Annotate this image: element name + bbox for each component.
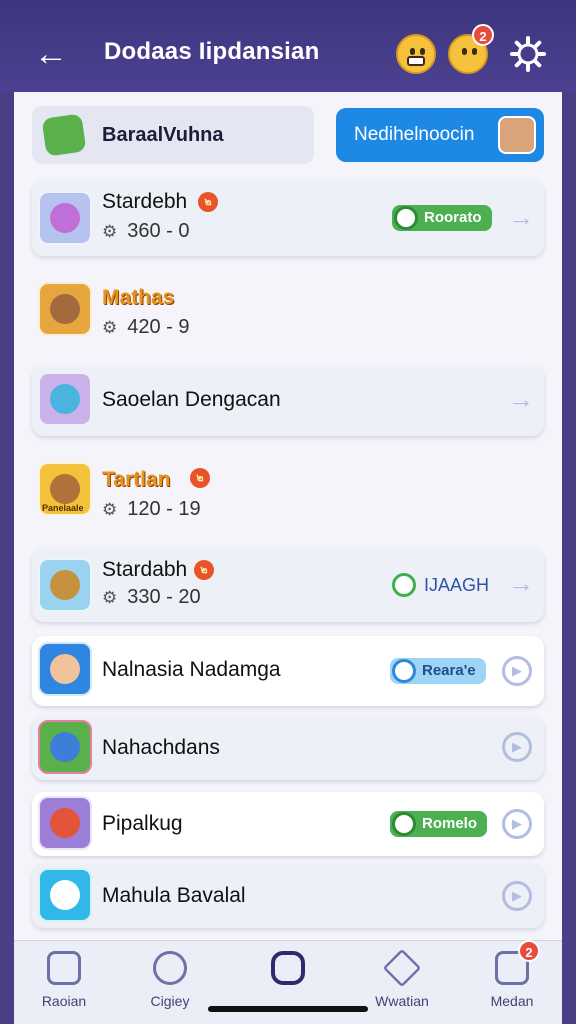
- cat-game-icon: [38, 191, 92, 245]
- tab-label: Cigiey: [150, 993, 190, 1009]
- list-item[interactable]: Stardabh ๒ ⚙ 330 - 20 IJAAGH →: [32, 548, 544, 622]
- gear-icon: ⚙: [102, 318, 118, 337]
- icon-caption: Panelaale: [42, 503, 84, 513]
- list-item[interactable]: Mahula Bavalal ▶: [32, 864, 544, 928]
- action-pill[interactable]: Romelo: [390, 811, 488, 837]
- chat-bubble-icon: [392, 812, 416, 836]
- list-item[interactable]: Stardebh ๒ ⚙ 360 - 0 Roorato →: [32, 180, 544, 256]
- item-stat: 420 - 9: [127, 316, 190, 338]
- filter-chip-right[interactable]: Nedihelnoocin: [336, 108, 544, 162]
- chat-bubble-icon: [392, 573, 416, 597]
- item-title: Mahula Bavalal: [102, 884, 246, 907]
- play-circle-icon[interactable]: ▶: [502, 881, 532, 911]
- bear-game-icon: [38, 282, 92, 336]
- chat-icon: [153, 951, 187, 985]
- home-icon: [47, 951, 81, 985]
- tab-chat[interactable]: Cigiey: [120, 951, 220, 1009]
- avatar-icon: [498, 116, 536, 154]
- chat-bubble-icon: [392, 659, 416, 683]
- play-circle-icon[interactable]: ▶: [502, 809, 532, 839]
- game-controller-icon: [41, 113, 87, 157]
- girl-game-icon: [38, 642, 92, 696]
- center-app-icon: [271, 951, 305, 985]
- bear-game-icon: Panelaale: [38, 462, 92, 516]
- list-item[interactable]: Panelaale Tartlan ๒ ⚙ 120 - 19: [32, 452, 544, 532]
- profile-icon: 2: [495, 940, 540, 985]
- grin-emoji-icon[interactable]: [396, 34, 436, 74]
- filter-right-label: Nedihelnoocin: [354, 124, 475, 145]
- tab-label: Medan: [490, 993, 534, 1009]
- action-pill[interactable]: IJAAGH: [390, 572, 499, 598]
- rank-badge: ๒: [198, 192, 218, 212]
- tab-label: Raoian: [41, 993, 87, 1009]
- action-pill[interactable]: Roorato: [392, 205, 492, 231]
- sword-game-icon: [38, 796, 92, 850]
- item-stat: 360 - 0: [127, 220, 190, 242]
- panda-game-icon: [38, 868, 92, 922]
- action-label: Romelo: [422, 815, 478, 832]
- item-title: Stardebh: [102, 190, 188, 213]
- action-label: Roorato: [424, 209, 482, 226]
- chevron-right-icon[interactable]: →: [508, 568, 534, 599]
- gear-icon: ⚙: [102, 500, 118, 519]
- list-item[interactable]: Mathas ⚙ 420 - 9: [32, 272, 544, 352]
- item-title: Mathas: [102, 286, 175, 309]
- item-title: Stardabh: [102, 558, 188, 581]
- home-indicator: [208, 1006, 368, 1012]
- chat-bubble-icon: [394, 206, 418, 230]
- item-title: Nahachdans: [102, 736, 220, 759]
- item-title: Saoelan Dengacan: [102, 388, 281, 411]
- play-circle-icon[interactable]: ▶: [502, 732, 532, 762]
- list-item[interactable]: Saoelan Dengacan →: [32, 366, 544, 436]
- rank-badge: ๒: [190, 468, 210, 488]
- action-pill[interactable]: Reara'e: [390, 658, 486, 684]
- star-icon: [382, 948, 422, 988]
- play-circle-icon[interactable]: ▶: [502, 656, 532, 686]
- item-title: Nalnasia Nadamga: [102, 658, 281, 681]
- rocket-game-icon: [38, 558, 92, 612]
- page-title: Dodaas Iipdansian: [104, 38, 320, 65]
- chevron-right-icon[interactable]: →: [508, 384, 534, 415]
- settings-gear-icon[interactable]: [508, 34, 548, 74]
- list-item[interactable]: Nalnasia Nadamga Reara'e ▶: [32, 636, 544, 706]
- item-title: Pipalkug: [102, 812, 183, 835]
- tab-center[interactable]: [238, 951, 338, 985]
- thinking-emoji-icon[interactable]: 2: [448, 24, 494, 74]
- back-arrow-icon[interactable]: ←: [34, 34, 68, 74]
- item-title: Tartlan: [102, 468, 171, 491]
- action-label: Reara'e: [422, 662, 476, 679]
- filter-chip-left[interactable]: BaraalVuhna: [32, 106, 314, 164]
- list-item[interactable]: Pipalkug Romelo ▶: [32, 792, 544, 856]
- item-stat: 330 - 20: [127, 586, 201, 608]
- tab-favorites[interactable]: Wwatian: [352, 948, 452, 1009]
- chevron-right-icon[interactable]: →: [508, 202, 534, 233]
- gear-icon: ⚙: [102, 222, 118, 241]
- filter-left-label: BaraalVuhna: [102, 124, 224, 146]
- rocket-game-icon: [38, 720, 92, 774]
- action-label: IJAAGH: [424, 575, 490, 595]
- notification-badge: 2: [518, 940, 540, 962]
- tab-home[interactable]: Raoian: [14, 951, 114, 1009]
- rank-badge: ๒: [194, 560, 214, 580]
- tab-profile[interactable]: 2 Medan: [462, 940, 562, 1009]
- notification-badge: 2: [472, 24, 494, 46]
- gear-icon: ⚙: [102, 588, 118, 607]
- list-item[interactable]: Nahachdans ▶: [32, 716, 544, 780]
- item-stat: 120 - 19: [127, 498, 201, 520]
- top-bar: ← Dodaas Iipdansian 2: [0, 0, 576, 92]
- character-game-icon: [38, 372, 92, 426]
